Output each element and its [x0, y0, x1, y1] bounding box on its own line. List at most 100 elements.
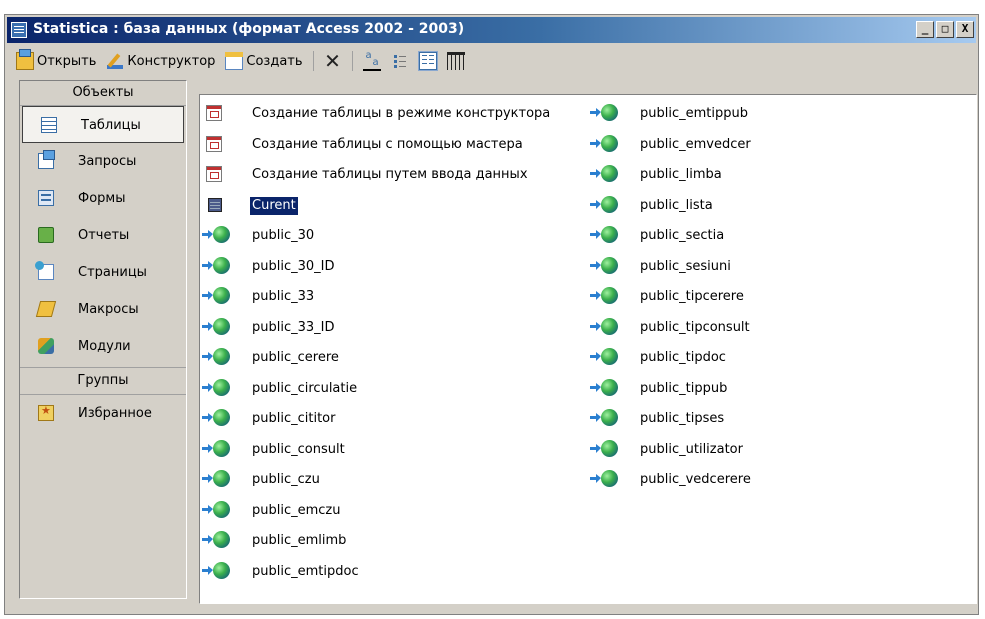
- list-item[interactable]: public_33_ID: [202, 317, 337, 338]
- list-item[interactable]: Curent: [202, 195, 299, 216]
- linked-table-icon: [202, 348, 232, 368]
- sidebar-item-label: Модули: [78, 339, 131, 354]
- sidebar-item-queries[interactable]: Запросы: [20, 143, 186, 180]
- groups-header[interactable]: Группы: [20, 367, 186, 395]
- new-icon: [225, 52, 244, 70]
- linked-table-icon: [590, 195, 620, 216]
- list-item-label: public_cerere: [252, 350, 339, 365]
- list-item-label: public_lista: [640, 197, 713, 213]
- sidebar-item-label: Формы: [78, 191, 126, 206]
- list-item-label: public_tipdoc: [640, 350, 726, 365]
- linked-table-icon: [590, 439, 620, 460]
- linked-table-icon: [202, 439, 232, 460]
- list-view-button[interactable]: [388, 49, 412, 73]
- toolbar-separator: [312, 51, 314, 71]
- open-button[interactable]: Открыть: [13, 49, 99, 73]
- wizard-icon: [202, 104, 232, 124]
- table-icon: [202, 196, 232, 216]
- list-item[interactable]: public_cititor: [202, 409, 337, 429]
- wizard-icon: [202, 165, 232, 185]
- sidebar-item-macros[interactable]: Макросы: [20, 291, 186, 328]
- linked-table-icon: [202, 317, 232, 338]
- grid-view-button[interactable]: [444, 49, 468, 73]
- list-item[interactable]: public_circulatie: [202, 378, 359, 399]
- list-item[interactable]: public_tipdoc: [590, 348, 728, 368]
- list-item-label: public_emvedcer: [640, 136, 751, 152]
- objects-header[interactable]: Объекты: [20, 81, 186, 106]
- list-item[interactable]: public_tipcerere: [590, 287, 746, 307]
- list-item-label: public_emtippub: [640, 106, 748, 121]
- object-list[interactable]: Создание таблицы в режиме конструктора Со…: [199, 94, 977, 604]
- list-item-label: public_33: [252, 289, 315, 304]
- list-item[interactable]: public_emlimb: [202, 531, 348, 551]
- grid-view-icon: [446, 52, 465, 70]
- list-item[interactable]: Создание таблицы с помощью мастера: [202, 135, 525, 155]
- list-item[interactable]: public_vedcerere: [590, 470, 753, 490]
- design-label: Конструктор: [127, 53, 216, 69]
- linked-table-icon: [202, 531, 232, 551]
- toolbar: Открыть Конструктор Создать ✕: [7, 45, 976, 77]
- list-item-label: Создание таблицы путем ввода данных: [252, 167, 528, 182]
- list-item[interactable]: public_czu: [202, 470, 322, 490]
- linked-table-icon: [590, 348, 620, 368]
- minimize-button[interactable]: _: [916, 21, 934, 38]
- list-item[interactable]: public_30_ID: [202, 256, 337, 277]
- linked-table-icon: [202, 287, 232, 307]
- linked-table-icon: [202, 500, 232, 521]
- list-item[interactable]: public_tipconsult: [590, 317, 752, 338]
- list-item[interactable]: public_emvedcer: [590, 134, 753, 155]
- list-item-label: public_utilizator: [640, 441, 743, 457]
- list-item[interactable]: public_emtippub: [590, 104, 750, 124]
- sidebar-item-forms[interactable]: Формы: [20, 180, 186, 217]
- sidebar-item-tables[interactable]: Таблицы: [22, 106, 184, 143]
- list-item[interactable]: public_cerere: [202, 348, 341, 368]
- list-item[interactable]: public_30: [202, 226, 316, 246]
- list-item-label: public_tipcerere: [640, 289, 744, 304]
- details-view-button[interactable]: [416, 49, 440, 73]
- list-item[interactable]: public_emczu: [202, 500, 343, 521]
- list-item-label: public_emlimb: [252, 533, 347, 548]
- list-item[interactable]: public_lista: [590, 195, 715, 216]
- list-item-label: Создание таблицы в режиме конструктора: [252, 106, 551, 121]
- table-icon: [41, 117, 57, 133]
- window-controls: _ □ X: [916, 21, 974, 38]
- list-item[interactable]: public_tippub: [590, 378, 729, 399]
- list-view-icon: [391, 52, 409, 70]
- new-label: Создать: [246, 53, 303, 69]
- title-bar[interactable]: Statistica : база данных (формат Access …: [7, 17, 976, 43]
- small-icons-button[interactable]: [360, 49, 384, 73]
- linked-table-icon: [202, 409, 232, 429]
- list-item[interactable]: public_emtipdoc: [202, 561, 361, 582]
- list-item[interactable]: public_utilizator: [590, 439, 745, 460]
- list-item-label: public_sesiuni: [640, 258, 731, 274]
- list-item-label: Создание таблицы с помощью мастера: [252, 136, 523, 152]
- list-item[interactable]: public_limba: [590, 165, 724, 185]
- design-button[interactable]: Конструктор: [103, 49, 218, 73]
- new-button[interactable]: Создать: [222, 49, 305, 73]
- sidebar-item-reports[interactable]: Отчеты: [20, 217, 186, 254]
- close-button[interactable]: X: [956, 21, 974, 38]
- sidebar-item-pages[interactable]: Страницы: [20, 254, 186, 291]
- list-item[interactable]: public_sectia: [590, 226, 726, 246]
- list-item[interactable]: Создание таблицы путем ввода данных: [202, 165, 530, 185]
- list-item[interactable]: public_consult: [202, 439, 347, 460]
- delete-button[interactable]: ✕: [321, 49, 345, 73]
- list-item-label: public_cititor: [252, 411, 336, 426]
- linked-table-icon: [590, 104, 620, 124]
- list-item-label: public_tippub: [640, 380, 728, 396]
- macro-icon: [35, 301, 57, 317]
- query-icon: [38, 150, 55, 169]
- linked-table-icon: [590, 256, 620, 277]
- sidebar-item-modules[interactable]: Модули: [20, 328, 186, 365]
- toolbar-separator: [351, 51, 353, 71]
- maximize-button[interactable]: □: [936, 21, 954, 38]
- list-item-label: public_33_ID: [252, 319, 335, 335]
- list-item[interactable]: public_33: [202, 287, 316, 307]
- list-item[interactable]: public_tipses: [590, 409, 726, 429]
- list-item[interactable]: public_sesiuni: [590, 256, 733, 277]
- sidebar-item-favorites[interactable]: Избранное: [20, 395, 186, 432]
- list-item-label: public_vedcerere: [640, 472, 751, 487]
- list-item[interactable]: Создание таблицы в режиме конструктора: [202, 104, 552, 124]
- linked-table-icon: [590, 287, 620, 307]
- small-icons-icon: [362, 50, 381, 71]
